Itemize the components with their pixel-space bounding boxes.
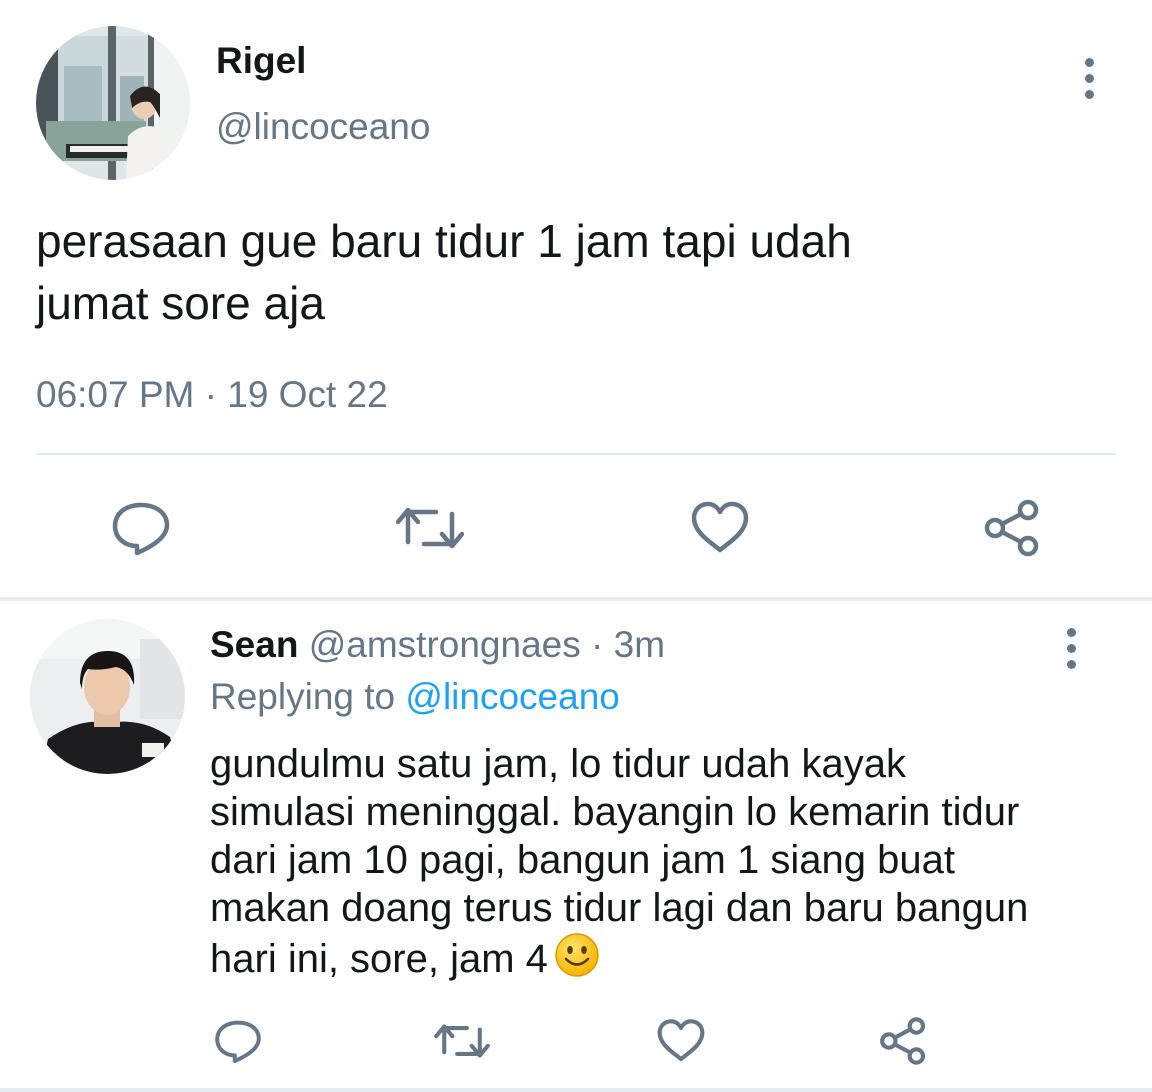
retweet-icon [434,1024,490,1058]
like-button[interactable] [656,1018,706,1064]
retweet-button[interactable] [434,1020,490,1062]
reply-icon [112,502,170,556]
reply-button[interactable] [110,500,172,556]
reply-header: Sean @amstrongnaes · 3m [210,624,665,666]
more-vertical-icon [1084,58,1094,67]
share-icon [984,499,1039,557]
reply-text-line: hari ini, sore, jam 4 [210,937,548,981]
separator: · [591,624,604,665]
share-button[interactable] [982,498,1042,558]
mention-link[interactable]: @lincoceano [405,676,619,717]
reply-button[interactable] [214,1018,262,1064]
reply-text-line: makan doang terus tidur lagi dan baru ba… [210,886,1029,930]
replying-label: Replying to [210,676,396,717]
author-handle[interactable]: @amstrongnaes [309,624,581,665]
reply-text: gundulmu satu jam, lo tidur udah kayak s… [210,740,1120,989]
reply-text-line: gundulmu satu jam, lo tidur udah kayak [210,742,906,786]
share-button[interactable] [878,1016,928,1066]
retweet-button[interactable] [396,502,464,554]
divider [36,453,1116,455]
author-name[interactable]: Sean [210,624,298,665]
like-icon [657,1019,705,1062]
reply-time: 3m [613,624,666,665]
tweet-text-line: perasaan gue baru tidur 1 jam tapi udah [36,215,852,267]
reply-icon [215,1020,261,1063]
like-button[interactable] [690,500,750,556]
tweet-timestamp: 06:07 PM · 19 Oct 22 [36,374,388,415]
tweet-detail-page: Rigel @lincoceano perasaan gue baru tidu… [0,0,1152,1092]
more-vertical-icon [1066,628,1076,637]
like-icon [691,501,749,553]
replying-to: Replying to @lincoceano [210,676,620,718]
reply-text-line-last: hari ini, sore, jam 4 [210,932,1120,989]
slightly-smiling-face-icon [554,932,600,989]
tweet-text: perasaan gue baru tidur 1 jam tapi udah … [36,210,1126,334]
author-handle[interactable]: @lincoceano [216,106,430,148]
divider [0,1088,1152,1092]
avatar[interactable] [36,26,190,180]
share-icon [880,1017,926,1065]
more-options-button[interactable] [1063,628,1079,669]
reply-text-line: simulasi meninggal. bayangin lo kemarin … [210,790,1020,834]
more-options-button[interactable] [1081,58,1097,99]
reply-text-line: dari jam 10 pagi, bangun jam 1 siang bua… [210,838,955,882]
author-name[interactable]: Rigel [216,40,306,82]
tweet-text-line: jumat sore aja [36,277,325,329]
avatar[interactable] [30,619,185,774]
retweet-icon [396,507,464,549]
divider [0,597,1152,601]
